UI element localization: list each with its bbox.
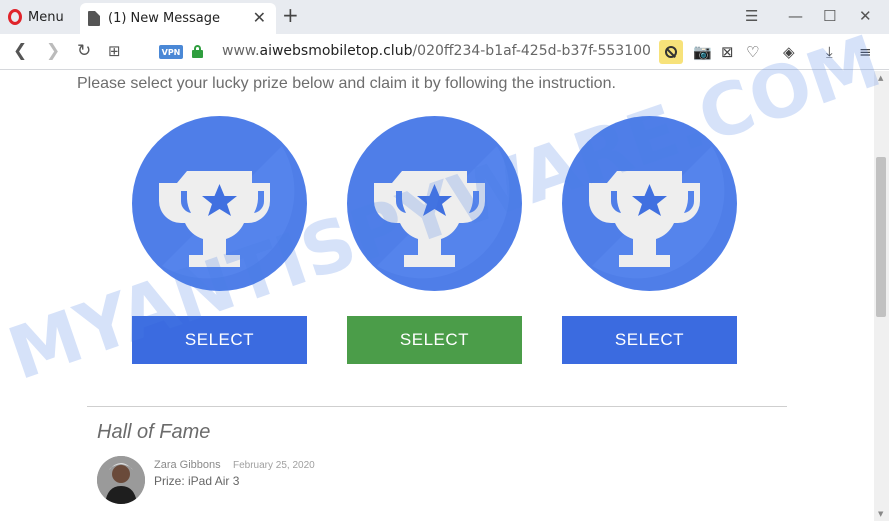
extension-cube-icon[interactable]: ◈: [783, 43, 795, 61]
select-button-2[interactable]: SELECT: [347, 316, 522, 364]
scrollbar-thumb[interactable]: [876, 157, 886, 317]
lock-icon[interactable]: [192, 45, 203, 58]
web-page: Please select your lucky prize below and…: [0, 71, 874, 521]
camera-icon[interactable]: 📷: [693, 43, 712, 61]
hall-of-fame-title: Hall of Fame: [97, 421, 211, 443]
tab-bar: Menu (1) New Message ✕ + ☰ — ☐ ✕: [0, 0, 889, 34]
winner-name: Zara Gibbons: [154, 459, 221, 471]
url-host: aiwebsmobiletop.club: [259, 43, 413, 59]
speed-dial-icon[interactable]: ⊞: [108, 41, 121, 61]
select-button-3[interactable]: SELECT: [562, 316, 737, 364]
tab-title: (1) New Message: [108, 11, 221, 26]
heart-icon[interactable]: ♡: [746, 43, 759, 61]
vpn-badge[interactable]: VPN: [159, 45, 183, 59]
close-tab-icon[interactable]: ✕: [253, 10, 266, 26]
reload-icon[interactable]: ↻: [77, 41, 91, 61]
scroll-down-icon[interactable]: ▼: [878, 510, 883, 518]
new-tab-icon[interactable]: +: [282, 5, 299, 25]
opera-menu-button[interactable]: Menu: [8, 7, 64, 27]
url-path: /020ff234-b1af-425d-b37f-553100: [412, 43, 651, 59]
tracker-block-icon[interactable]: ⊠: [721, 43, 734, 61]
avatar: [97, 456, 145, 504]
trophy-icon[interactable]: [132, 116, 307, 291]
url-field[interactable]: www.aiwebsmobiletop.club/020ff234-b1af-4…: [222, 43, 654, 59]
divider: [87, 406, 787, 407]
download-icon[interactable]: ⤓: [826, 43, 833, 61]
minimize-icon[interactable]: —: [788, 7, 803, 25]
back-icon[interactable]: ❮: [13, 41, 27, 61]
select-button-1[interactable]: SELECT: [132, 316, 307, 364]
tab-menu-icon[interactable]: ☰: [745, 7, 758, 25]
winner-prize: Prize: iPad Air 3: [154, 474, 240, 488]
trophy-icon[interactable]: [347, 116, 522, 291]
menu-label: Menu: [28, 9, 64, 25]
document-icon: [88, 11, 100, 26]
close-window-icon[interactable]: ✕: [859, 7, 872, 25]
opera-logo-icon: [8, 9, 22, 25]
adblock-icon[interactable]: [659, 40, 683, 64]
easy-setup-icon[interactable]: ≡: [859, 43, 872, 61]
active-tab[interactable]: (1) New Message ✕: [80, 3, 276, 34]
instruction-text: Please select your lucky prize below and…: [77, 75, 616, 92]
url-prefix: www.: [222, 43, 260, 59]
address-bar: ❮ ❯ ↻ ⊞ VPN www.aiwebsmobiletop.club/020…: [0, 34, 889, 70]
maximize-icon[interactable]: ☐: [823, 7, 836, 25]
forward-icon[interactable]: ❯: [46, 41, 60, 61]
trophy-icon[interactable]: [562, 116, 737, 291]
winner-date: February 25, 2020: [233, 460, 315, 471]
scroll-up-icon[interactable]: ▲: [878, 74, 883, 82]
